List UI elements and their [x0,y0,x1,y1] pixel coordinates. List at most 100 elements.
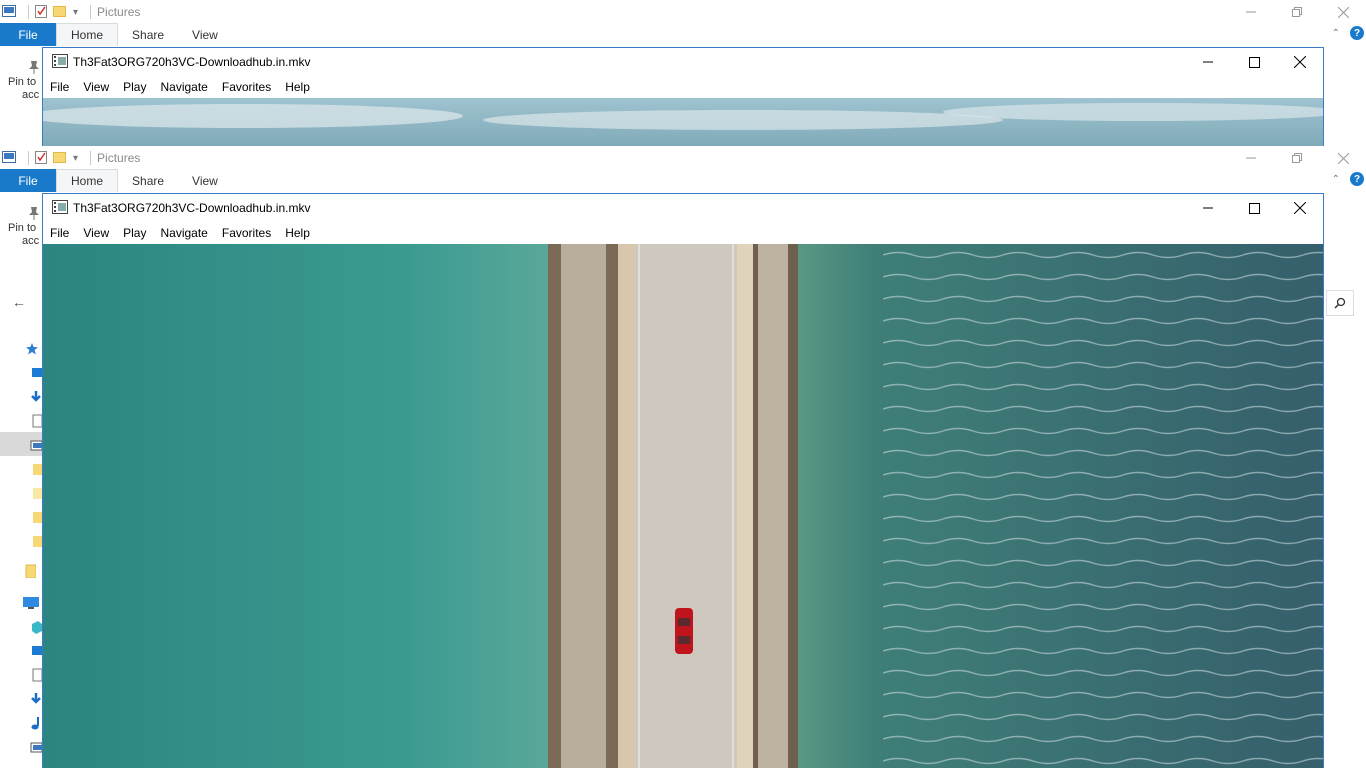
pin-icon [29,61,39,74]
pin-label-line1: Pin to [8,76,37,88]
restore-button[interactable] [1274,146,1320,170]
help-icon[interactable]: ? [1350,26,1364,40]
film-clapper-icon [52,54,68,68]
media-player-window: Th3Fat3ORG720h3VC-Downloadhub.in.mkv Fil… [42,193,1324,768]
player-window-controls [1185,194,1323,222]
player-menubar: File View Play Navigate Favorites Help [43,76,1323,98]
pin-label-line2: acc [22,235,40,247]
system-menu-icon[interactable] [2,4,16,20]
new-folder-icon[interactable] [53,150,67,167]
menu-play[interactable]: Play [116,226,153,240]
background-explorer-layer: ▾ Pictures File Home Share View ⌃ ? Pin … [0,0,1366,146]
tab-share[interactable]: Share [118,169,178,192]
close-button[interactable] [1320,0,1366,24]
player-title: Th3Fat3ORG720h3VC-Downloadhub.in.mkv [73,55,311,69]
tab-view[interactable]: View [178,23,232,46]
customize-toolbar-icon[interactable]: ▾ [73,7,78,18]
folder-icon[interactable] [30,510,42,524]
help-icon[interactable]: ? [1350,172,1364,186]
tab-view[interactable]: View [178,169,232,192]
player-close-button[interactable] [1277,194,1323,222]
menu-help[interactable]: Help [278,226,317,240]
close-icon [1294,202,1306,214]
toolbar-separator [90,5,92,19]
folder-icon[interactable] [30,486,42,500]
collapse-ribbon-icon[interactable]: ⌃ [1332,174,1340,185]
properties-icon[interactable] [35,4,47,21]
menu-navigate[interactable]: Navigate [153,80,214,94]
desktop-icon[interactable] [30,644,42,658]
pin-to-quick-access[interactable]: Pin to acc [8,76,39,102]
menu-view[interactable]: View [76,226,116,240]
minimize-icon [1246,11,1256,13]
tab-file[interactable]: File [0,169,56,192]
player-titlebar: Th3Fat3ORG720h3VC-Downloadhub.in.mkv [43,194,1323,222]
tab-home[interactable]: Home [56,23,119,46]
restore-button[interactable] [1274,0,1320,24]
pin-icon [29,207,39,220]
search-button[interactable] [1326,290,1354,316]
pictures-icon[interactable] [30,740,42,754]
video-frame-sky[interactable] [43,98,1323,146]
tab-file[interactable]: File [0,23,56,46]
menu-file[interactable]: File [43,226,76,240]
minimize-icon [1203,61,1213,63]
this-pc-icon[interactable] [22,596,40,610]
video-frame[interactable] [43,244,1323,768]
menu-view[interactable]: View [76,80,116,94]
explorer-titlebar: ▾ Pictures [0,0,1366,24]
quick-access-star-icon[interactable] [26,342,38,356]
onedrive-folder-icon[interactable] [24,564,36,578]
player-title: Th3Fat3ORG720h3VC-Downloadhub.in.mkv [73,201,311,215]
folder-icon[interactable] [30,462,42,476]
music-icon[interactable] [30,716,42,730]
pin-to-quick-access[interactable]: Pin to acc [8,222,39,248]
close-icon [1294,56,1306,68]
player-minimize-button[interactable] [1185,194,1231,222]
new-folder-icon[interactable] [53,4,67,21]
player-close-button[interactable] [1277,48,1323,76]
maximize-icon [1248,56,1260,68]
menu-navigate[interactable]: Navigate [153,226,214,240]
player-maximize-button[interactable] [1231,194,1277,222]
toolbar-separator [28,5,29,19]
quick-access-toolbar: ▾ Pictures [0,2,140,22]
desktop-icon[interactable] [30,366,42,380]
player-window-background: Th3Fat3ORG720h3VC-Downloadhub.in.mkv Fil… [42,47,1324,146]
menu-file[interactable]: File [43,80,76,94]
player-minimize-button[interactable] [1185,48,1231,76]
3d-objects-icon[interactable] [30,620,42,634]
menu-help[interactable]: Help [278,80,317,94]
film-clapper-icon [52,200,68,214]
customize-toolbar-icon[interactable]: ▾ [73,153,78,164]
pin-label-line1: Pin to [8,222,37,234]
pictures-icon[interactable] [30,438,42,452]
collapse-ribbon-icon[interactable]: ⌃ [1332,28,1340,39]
search-icon [1334,297,1346,309]
ribbon-tab-bar: File Home Share View [0,23,1366,46]
minimize-button[interactable] [1228,146,1274,170]
folder-icon[interactable] [30,534,42,548]
minimize-button[interactable] [1228,0,1274,24]
ribbon-right-controls: ⌃ ? [1332,172,1364,186]
properties-icon[interactable] [35,150,47,167]
downloads-icon[interactable] [30,390,42,404]
system-menu-icon[interactable] [2,150,16,166]
explorer-title: Pictures [97,151,141,165]
tab-share[interactable]: Share [118,23,178,46]
player-maximize-button[interactable] [1231,48,1277,76]
minimize-icon [1246,157,1256,159]
back-arrow-icon[interactable]: ← [12,294,26,310]
restore-icon [1292,153,1302,163]
tab-home[interactable]: Home [56,169,119,192]
documents-icon[interactable] [30,668,42,682]
aerial-road-scene [43,244,1323,768]
documents-icon[interactable] [30,414,42,428]
downloads-icon[interactable] [30,692,42,706]
menu-play[interactable]: Play [116,80,153,94]
toolbar-separator [90,151,92,165]
explorer-titlebar: ▾ Pictures [0,146,1366,170]
menu-favorites[interactable]: Favorites [215,80,278,94]
close-button[interactable] [1320,146,1366,170]
menu-favorites[interactable]: Favorites [215,226,278,240]
